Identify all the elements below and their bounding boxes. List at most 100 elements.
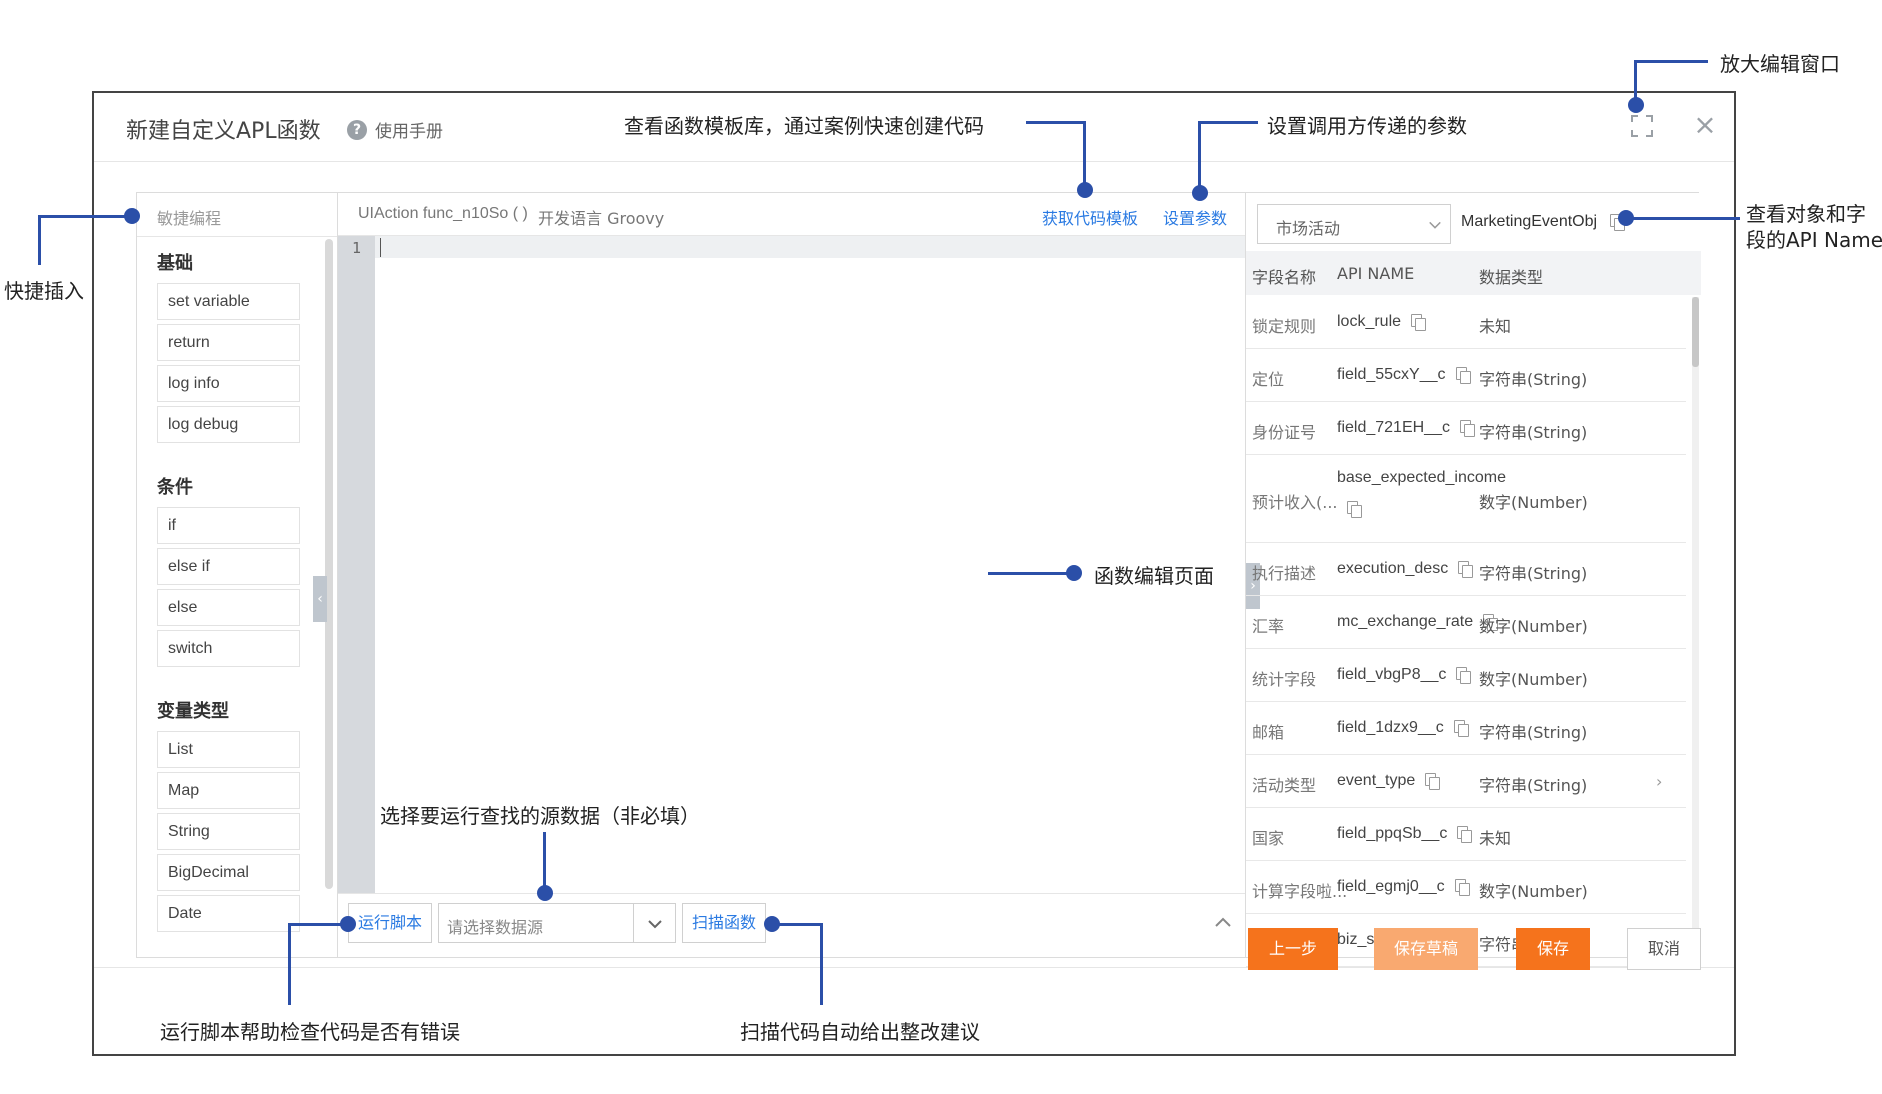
datasource-select[interactable]: 请选择数据源 bbox=[438, 903, 676, 943]
help-manual-label: 使用手册 bbox=[375, 122, 443, 142]
expand-icon[interactable] bbox=[1631, 115, 1653, 137]
table-row[interactable]: 身份证号 field_721EH__c 字符串(String) bbox=[1246, 402, 1686, 455]
copy-icon[interactable] bbox=[1455, 367, 1471, 385]
field-api-name: event_type bbox=[1337, 772, 1441, 791]
snippet-map[interactable]: Map bbox=[157, 772, 300, 809]
callout-line bbox=[38, 215, 128, 218]
snippet-else-if[interactable]: else if bbox=[157, 548, 300, 585]
field-api-name: mc_exchange_rate bbox=[1337, 613, 1499, 632]
sidebar-title: 敏捷编程 bbox=[157, 209, 222, 228]
get-template-link[interactable]: 获取代码模板 bbox=[1042, 205, 1138, 229]
field-api-name: execution_desc bbox=[1337, 560, 1474, 579]
annotation-quick-insert: 快捷插入 bbox=[4, 279, 84, 303]
previous-step-button[interactable]: 上一步 bbox=[1248, 928, 1338, 970]
field-name: 国家 bbox=[1252, 829, 1285, 848]
snippet-log-debug[interactable]: log debug bbox=[157, 406, 300, 443]
callout-line bbox=[288, 923, 291, 1005]
callout-line bbox=[1198, 121, 1258, 124]
run-script-button[interactable]: 运行脚本 bbox=[348, 903, 432, 943]
field-api-text: field_721EH__c bbox=[1337, 419, 1450, 436]
table-row[interactable]: 活动类型 event_type 字符串(String) › bbox=[1246, 755, 1686, 808]
field-data-type: 字符串(String) bbox=[1479, 723, 1588, 742]
field-api-text: field_55cxY__c bbox=[1337, 366, 1446, 383]
table-row[interactable]: 国家 field_ppqSb__c 未知 bbox=[1246, 808, 1686, 861]
callout-line bbox=[1026, 121, 1086, 124]
table-row[interactable]: 执行描述 execution_desc 字符串(String) bbox=[1246, 543, 1686, 596]
snippet-list[interactable]: List bbox=[157, 731, 300, 768]
snippet-return[interactable]: return bbox=[157, 324, 300, 361]
language-label: 开发语言 Groovy bbox=[538, 209, 665, 228]
callout-line bbox=[1083, 121, 1086, 187]
group-label-var-types: 变量类型 bbox=[157, 701, 229, 722]
help-icon: ? bbox=[347, 119, 367, 140]
copy-icon[interactable] bbox=[1425, 773, 1441, 791]
help-manual-link[interactable]: ? 使用手册 bbox=[347, 117, 443, 142]
table-row[interactable]: 锁定规则 lock_rule 未知 bbox=[1246, 297, 1686, 349]
field-api-text: base_expected_income bbox=[1337, 469, 1507, 486]
save-button[interactable]: 保存 bbox=[1516, 928, 1590, 970]
callout-dot bbox=[1077, 182, 1093, 198]
copy-icon[interactable] bbox=[1456, 667, 1472, 685]
snippet-string[interactable]: String bbox=[157, 813, 300, 850]
annotation-editor-page: 函数编辑页面 bbox=[1094, 564, 1214, 588]
editor-footer: 运行脚本 请选择数据源 扫描函数 bbox=[338, 893, 1245, 959]
annotation-template: 查看函数模板库，通过案例快速创建代码 bbox=[624, 114, 984, 138]
chevron-up-icon[interactable] bbox=[1214, 916, 1232, 928]
chevron-right-icon[interactable]: › bbox=[1656, 772, 1662, 791]
field-name: 计算字段啦... bbox=[1252, 882, 1348, 901]
field-data-type: 字符串(String) bbox=[1479, 564, 1588, 583]
snippet-log-info[interactable]: log info bbox=[157, 365, 300, 402]
table-row[interactable]: 汇率 mc_exchange_rate 数字(Number) bbox=[1246, 596, 1686, 649]
field-api-name: field_1dzx9__c bbox=[1337, 719, 1469, 738]
line-number: 1 bbox=[352, 239, 362, 257]
callout-dot bbox=[1192, 185, 1208, 201]
copy-icon[interactable] bbox=[1411, 314, 1427, 332]
annotation-api-name-2: 段的API Name bbox=[1746, 228, 1882, 252]
copy-icon[interactable] bbox=[1459, 420, 1475, 438]
copy-icon[interactable] bbox=[1453, 720, 1469, 738]
annotation-expand: 放大编辑窗口 bbox=[1720, 52, 1840, 76]
callout-line bbox=[1630, 217, 1740, 220]
field-api-text: lock_rule bbox=[1337, 313, 1402, 330]
table-row[interactable]: 预计收入(... base_expected_income 数字(Number) bbox=[1246, 455, 1686, 543]
close-icon[interactable]: × bbox=[1692, 111, 1718, 139]
field-name: 统计字段 bbox=[1252, 670, 1317, 689]
field-data-type: 数字(Number) bbox=[1479, 670, 1588, 689]
field-data-type: 数字(Number) bbox=[1479, 617, 1588, 636]
annotation-scan-help: 扫描代码自动给出整改建议 bbox=[740, 1020, 980, 1044]
field-data-type: 未知 bbox=[1479, 829, 1512, 848]
copy-icon[interactable] bbox=[1347, 501, 1362, 518]
field-api-name: field_721EH__c bbox=[1337, 419, 1475, 438]
table-row[interactable]: 统计字段 field_vbgP8__c 数字(Number) bbox=[1246, 649, 1686, 702]
object-api-name: MarketingEventObj bbox=[1461, 213, 1625, 232]
table-row[interactable]: 邮箱 field_1dzx9__c 字符串(String) bbox=[1246, 702, 1686, 755]
copy-icon[interactable] bbox=[1457, 826, 1473, 844]
field-reference-pane: › 市场活动 MarketingEventObj 字段名称 API NAME 数… bbox=[1245, 193, 1701, 967]
snippet-bigdecimal[interactable]: BigDecimal bbox=[157, 854, 300, 891]
footer-divider bbox=[94, 967, 1734, 968]
callout-dot bbox=[1628, 97, 1644, 113]
snippet-switch[interactable]: switch bbox=[157, 630, 300, 667]
fields-scroll-thumb[interactable] bbox=[1692, 297, 1699, 367]
sidebar-scrollbar[interactable] bbox=[325, 239, 333, 889]
snippet-set-variable[interactable]: set variable bbox=[157, 283, 300, 320]
cancel-button[interactable]: 取消 bbox=[1627, 928, 1701, 970]
fields-scrollbar[interactable] bbox=[1692, 297, 1699, 957]
copy-icon[interactable] bbox=[1454, 879, 1470, 897]
scan-function-button[interactable]: 扫描函数 bbox=[682, 903, 766, 943]
field-api-text: execution_desc bbox=[1337, 560, 1449, 577]
snippet-else[interactable]: else bbox=[157, 589, 300, 626]
object-select[interactable]: 市场活动 bbox=[1257, 204, 1451, 244]
set-params-link[interactable]: 设置参数 bbox=[1163, 205, 1227, 229]
snippet-date[interactable]: Date bbox=[157, 895, 300, 932]
save-draft-button[interactable]: 保存草稿 bbox=[1374, 928, 1478, 970]
callout-line bbox=[288, 923, 344, 926]
line-gutter bbox=[338, 236, 375, 893]
table-row[interactable]: 定位 field_55cxY__c 字符串(String) bbox=[1246, 349, 1686, 402]
table-row[interactable]: 计算字段啦... field_egmj0__c 数字(Number) bbox=[1246, 861, 1686, 914]
copy-icon[interactable] bbox=[1458, 561, 1474, 579]
snippet-if[interactable]: if bbox=[157, 507, 300, 544]
chevron-down-icon bbox=[1429, 221, 1441, 229]
field-name: 汇率 bbox=[1252, 617, 1285, 636]
collapse-sidebar-icon[interactable]: ‹ bbox=[313, 576, 327, 622]
